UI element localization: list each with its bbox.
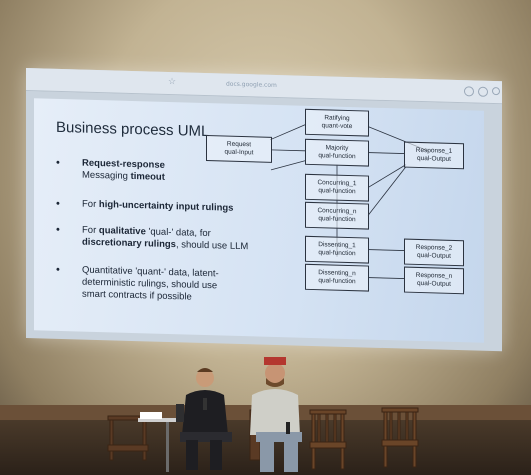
panel-scene [107, 357, 419, 472]
panelist-left [176, 368, 232, 470]
chair-left [107, 415, 149, 461]
chair-right-2 [381, 407, 419, 468]
chair-right-1 [309, 409, 347, 470]
